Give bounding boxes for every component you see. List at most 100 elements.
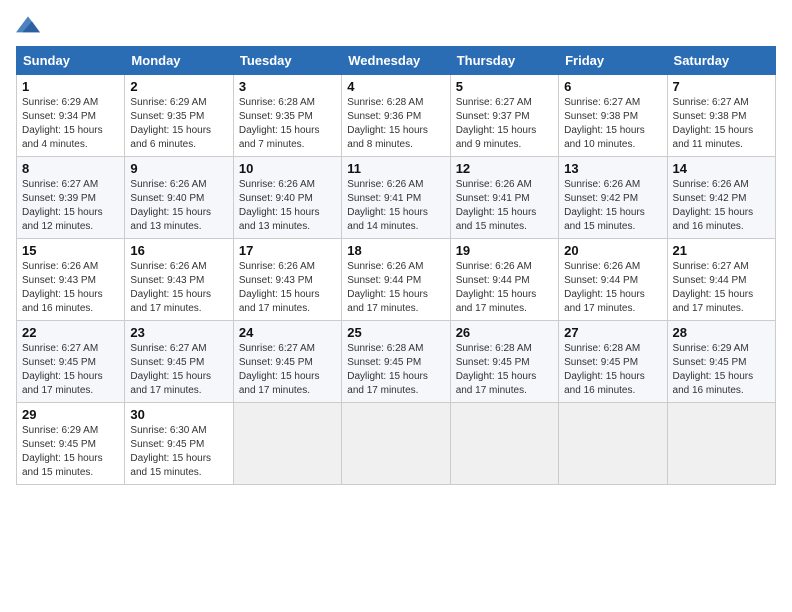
day-info: Sunrise: 6:27 AMSunset: 9:45 PMDaylight:… [239,342,336,398]
day-number: 22 [22,325,119,340]
day-info: Sunrise: 6:26 AMSunset: 9:44 PMDaylight:… [456,260,553,316]
calendar-cell: 13 Sunrise: 6:26 AMSunset: 9:42 PMDayligh… [559,157,667,239]
day-number: 13 [564,161,661,176]
day-info: Sunrise: 6:26 AMSunset: 9:40 PMDaylight:… [239,178,336,234]
day-number: 19 [456,243,553,258]
day-info: Sunrise: 6:29 AMSunset: 9:45 PMDaylight:… [22,424,119,480]
day-number: 14 [673,161,770,176]
day-info: Sunrise: 6:26 AMSunset: 9:41 PMDaylight:… [347,178,444,234]
day-info: Sunrise: 6:27 AMSunset: 9:39 PMDaylight:… [22,178,119,234]
calendar-week-row: 15 Sunrise: 6:26 AMSunset: 9:43 PMDayligh… [17,239,776,321]
calendar-cell: 28 Sunrise: 6:29 AMSunset: 9:45 PMDayligh… [667,321,775,403]
calendar-week-row: 8 Sunrise: 6:27 AMSunset: 9:39 PMDaylight… [17,157,776,239]
day-header-saturday: Saturday [667,47,775,75]
calendar-cell: 30 Sunrise: 6:30 AMSunset: 9:45 PMDayligh… [125,403,233,485]
calendar-cell: 5 Sunrise: 6:27 AMSunset: 9:37 PMDaylight… [450,75,558,157]
calendar-cell: 25 Sunrise: 6:28 AMSunset: 9:45 PMDayligh… [342,321,450,403]
day-info: Sunrise: 6:27 AMSunset: 9:44 PMDaylight:… [673,260,770,316]
day-number: 3 [239,79,336,94]
calendar-cell: 19 Sunrise: 6:26 AMSunset: 9:44 PMDayligh… [450,239,558,321]
day-info: Sunrise: 6:27 AMSunset: 9:38 PMDaylight:… [564,96,661,152]
day-header-friday: Friday [559,47,667,75]
header [16,16,776,36]
calendar-cell: 15 Sunrise: 6:26 AMSunset: 9:43 PMDayligh… [17,239,125,321]
calendar-cell: 2 Sunrise: 6:29 AMSunset: 9:35 PMDaylight… [125,75,233,157]
day-info: Sunrise: 6:26 AMSunset: 9:43 PMDaylight:… [239,260,336,316]
day-number: 28 [673,325,770,340]
day-number: 16 [130,243,227,258]
day-number: 27 [564,325,661,340]
day-number: 9 [130,161,227,176]
calendar-cell [342,403,450,485]
day-info: Sunrise: 6:29 AMSunset: 9:35 PMDaylight:… [130,96,227,152]
day-number: 15 [22,243,119,258]
day-info: Sunrise: 6:26 AMSunset: 9:43 PMDaylight:… [22,260,119,316]
day-info: Sunrise: 6:27 AMSunset: 9:37 PMDaylight:… [456,96,553,152]
day-info: Sunrise: 6:28 AMSunset: 9:35 PMDaylight:… [239,96,336,152]
day-number: 20 [564,243,661,258]
calendar-cell [667,403,775,485]
calendar-cell: 3 Sunrise: 6:28 AMSunset: 9:35 PMDaylight… [233,75,341,157]
day-info: Sunrise: 6:26 AMSunset: 9:43 PMDaylight:… [130,260,227,316]
day-info: Sunrise: 6:28 AMSunset: 9:36 PMDaylight:… [347,96,444,152]
calendar-cell: 6 Sunrise: 6:27 AMSunset: 9:38 PMDaylight… [559,75,667,157]
day-number: 5 [456,79,553,94]
day-number: 18 [347,243,444,258]
calendar-cell: 4 Sunrise: 6:28 AMSunset: 9:36 PMDaylight… [342,75,450,157]
logo-icon [16,16,40,36]
calendar-cell: 22 Sunrise: 6:27 AMSunset: 9:45 PMDayligh… [17,321,125,403]
day-number: 8 [22,161,119,176]
day-info: Sunrise: 6:26 AMSunset: 9:42 PMDaylight:… [564,178,661,234]
day-number: 29 [22,407,119,422]
day-number: 21 [673,243,770,258]
day-number: 30 [130,407,227,422]
day-info: Sunrise: 6:26 AMSunset: 9:40 PMDaylight:… [130,178,227,234]
day-number: 25 [347,325,444,340]
day-header-wednesday: Wednesday [342,47,450,75]
day-info: Sunrise: 6:28 AMSunset: 9:45 PMDaylight:… [564,342,661,398]
day-number: 7 [673,79,770,94]
calendar-cell: 14 Sunrise: 6:26 AMSunset: 9:42 PMDayligh… [667,157,775,239]
calendar-cell: 1Sunrise: 6:29 AMSunset: 9:34 PMDaylight… [17,75,125,157]
day-info: Sunrise: 6:26 AMSunset: 9:44 PMDaylight:… [347,260,444,316]
day-info: Sunrise: 6:26 AMSunset: 9:44 PMDaylight:… [564,260,661,316]
calendar-header-row: SundayMondayTuesdayWednesdayThursdayFrid… [17,47,776,75]
day-number: 17 [239,243,336,258]
day-number: 1 [22,79,119,94]
calendar-week-row: 1Sunrise: 6:29 AMSunset: 9:34 PMDaylight… [17,75,776,157]
day-number: 26 [456,325,553,340]
day-info: Sunrise: 6:26 AMSunset: 9:41 PMDaylight:… [456,178,553,234]
calendar-cell: 20 Sunrise: 6:26 AMSunset: 9:44 PMDayligh… [559,239,667,321]
logo [16,16,48,36]
logo-container [16,16,48,36]
calendar-cell: 18 Sunrise: 6:26 AMSunset: 9:44 PMDayligh… [342,239,450,321]
calendar-cell: 27 Sunrise: 6:28 AMSunset: 9:45 PMDayligh… [559,321,667,403]
calendar-cell: 8 Sunrise: 6:27 AMSunset: 9:39 PMDaylight… [17,157,125,239]
calendar-week-row: 22 Sunrise: 6:27 AMSunset: 9:45 PMDayligh… [17,321,776,403]
calendar-cell: 17 Sunrise: 6:26 AMSunset: 9:43 PMDayligh… [233,239,341,321]
day-number: 6 [564,79,661,94]
day-number: 4 [347,79,444,94]
day-number: 11 [347,161,444,176]
calendar-cell: 9 Sunrise: 6:26 AMSunset: 9:40 PMDaylight… [125,157,233,239]
day-info: Sunrise: 6:27 AMSunset: 9:38 PMDaylight:… [673,96,770,152]
calendar-cell [559,403,667,485]
day-info: Sunrise: 6:29 AMSunset: 9:45 PMDaylight:… [673,342,770,398]
calendar-week-row: 29 Sunrise: 6:29 AMSunset: 9:45 PMDayligh… [17,403,776,485]
calendar-cell [450,403,558,485]
calendar-cell [233,403,341,485]
day-info: Sunrise: 6:30 AMSunset: 9:45 PMDaylight:… [130,424,227,480]
day-info: Sunrise: 6:28 AMSunset: 9:45 PMDaylight:… [347,342,444,398]
day-number: 24 [239,325,336,340]
day-info: Sunrise: 6:27 AMSunset: 9:45 PMDaylight:… [22,342,119,398]
day-header-sunday: Sunday [17,47,125,75]
day-info: Sunrise: 6:26 AMSunset: 9:42 PMDaylight:… [673,178,770,234]
calendar-cell: 10Sunrise: 6:26 AMSunset: 9:40 PMDayligh… [233,157,341,239]
calendar-cell: 21 Sunrise: 6:27 AMSunset: 9:44 PMDayligh… [667,239,775,321]
calendar-cell: 11 Sunrise: 6:26 AMSunset: 9:41 PMDayligh… [342,157,450,239]
calendar-cell: 16 Sunrise: 6:26 AMSunset: 9:43 PMDayligh… [125,239,233,321]
day-number: 23 [130,325,227,340]
calendar-table: SundayMondayTuesdayWednesdayThursdayFrid… [16,46,776,485]
day-number: 2 [130,79,227,94]
calendar-cell: 7 Sunrise: 6:27 AMSunset: 9:38 PMDaylight… [667,75,775,157]
